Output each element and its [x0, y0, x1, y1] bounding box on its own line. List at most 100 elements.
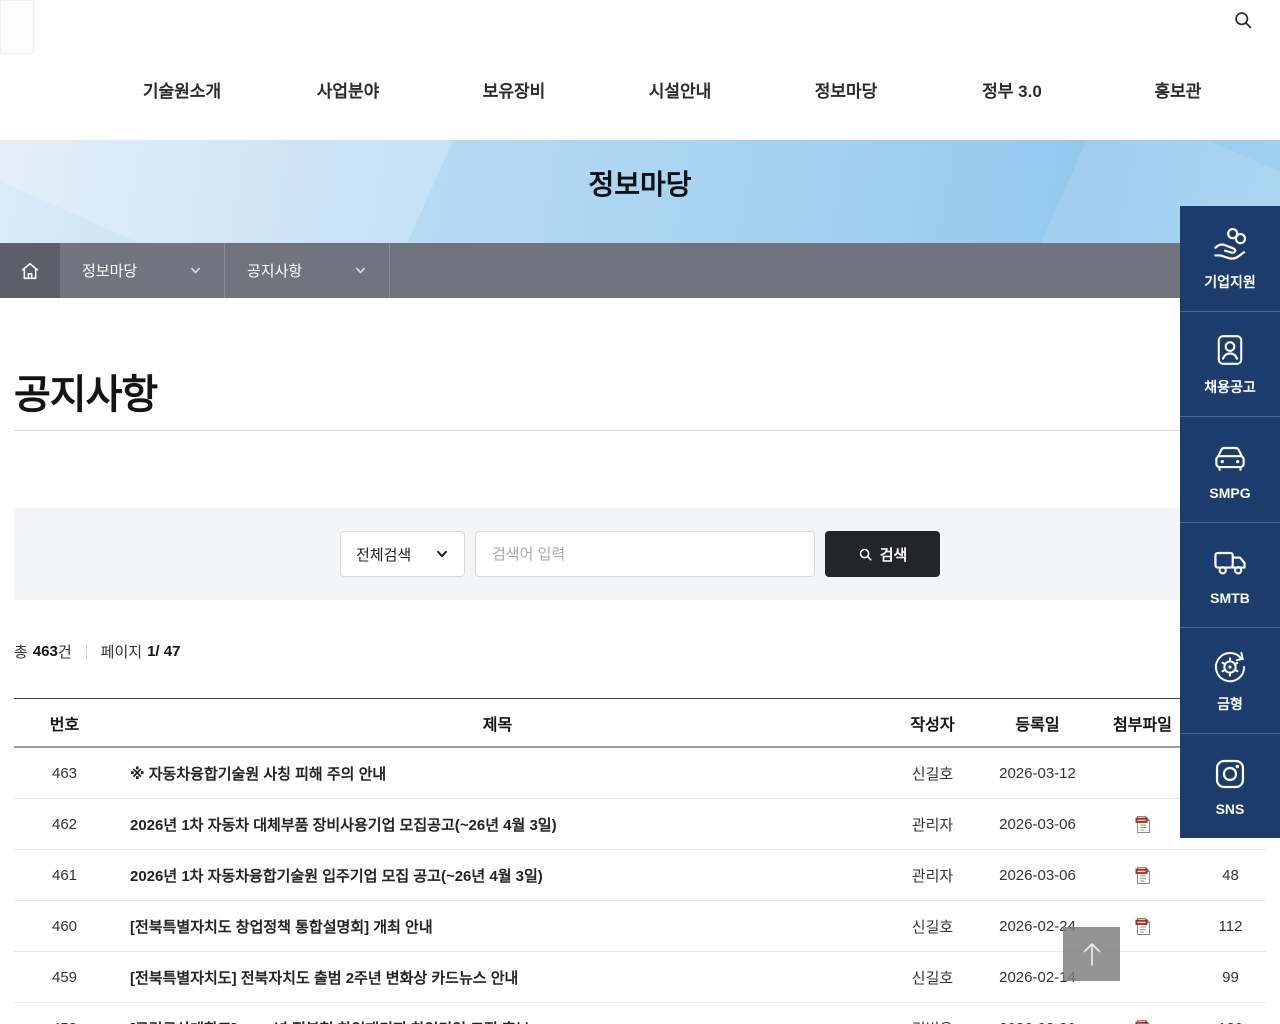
- column-header-author: 작성자: [910, 716, 955, 734]
- table-row: 463 ※ 자동차융합기술원 사칭 피해 주의 안내 신길호 2026-03-12: [14, 748, 1266, 799]
- sidebar-item-label: 금형: [1217, 695, 1243, 712]
- search-input[interactable]: [475, 531, 815, 577]
- post-date: 2026-03-06: [999, 866, 1076, 884]
- post-number: 461: [51, 866, 78, 884]
- post-title-link[interactable]: 2026년 1차 자동차융합기술원 입주기업 모집 공고(~26년 4월 3일): [115, 865, 880, 886]
- post-views: 112: [1218, 917, 1243, 935]
- main-nav: 기술원소개 사업분야 보유장비 시설안내 정보마당 정부 3.0 홍보관: [99, 78, 1261, 106]
- chevron-down-icon: [354, 264, 367, 277]
- nav-item-equipment[interactable]: 보유장비: [431, 78, 597, 106]
- post-title-link[interactable]: 2026년 1차 자동차 대체부품 장비사용기업 모집공고(~26년 4월 3일…: [115, 814, 880, 835]
- post-date: 2026-02-20: [985, 1020, 1090, 1024]
- pdf-file-icon[interactable]: [1135, 814, 1151, 834]
- breadcrumb-item-notice[interactable]: 공지사항: [225, 243, 390, 298]
- total-label: 총: [14, 644, 28, 661]
- post-views: 120: [1195, 1020, 1266, 1024]
- nav-item-facilities[interactable]: 시설안내: [597, 78, 763, 106]
- page-indicator: 1/ 47: [147, 643, 181, 660]
- chevron-down-icon: [435, 547, 449, 561]
- post-date: 2026-03-12: [999, 764, 1076, 782]
- nav-item-info[interactable]: 정보마당: [763, 78, 929, 106]
- total-count: 463: [32, 643, 58, 660]
- hand-coins-icon: [1210, 225, 1250, 265]
- column-header-no: 번호: [49, 716, 80, 734]
- back-to-top-button[interactable]: [1063, 927, 1120, 981]
- post-title-link[interactable]: [전북특별자치도] 전북자치도 출범 2주년 변화상 카드뉴스 안내: [115, 967, 880, 988]
- pdf-file-icon[interactable]: [1135, 916, 1151, 936]
- sidebar-item-label: 채용공고: [1204, 379, 1256, 396]
- breadcrumb-item-info-madang[interactable]: 정보마당: [60, 243, 225, 298]
- attachment-cell: [1090, 865, 1195, 885]
- header-search-button[interactable]: [1233, 10, 1253, 30]
- post-author: 관리자: [911, 816, 954, 834]
- breadcrumb-items: 정보마당 공지사항: [60, 243, 390, 298]
- home-button[interactable]: [0, 243, 60, 298]
- pdf-file-icon[interactable]: [1135, 1018, 1151, 1024]
- search-button[interactable]: 검색: [825, 531, 940, 577]
- post-title-link[interactable]: ※ 자동차융합기술원 사칭 피해 주의 안내: [115, 763, 880, 784]
- instagram-icon: [1211, 754, 1249, 794]
- sidebar-item-company-support[interactable]: 기업지원: [1180, 206, 1280, 311]
- search-button-label: 검색: [879, 546, 908, 564]
- car-icon: [1210, 438, 1250, 478]
- banner-title: 정보마당: [588, 169, 692, 200]
- post-views: 48: [1222, 866, 1239, 884]
- post-number: 458: [14, 1020, 115, 1024]
- id-card-icon: [1211, 330, 1249, 370]
- sidebar-item-label: SNS: [1215, 801, 1245, 818]
- search-icon: [858, 547, 873, 562]
- post-number: 460: [51, 917, 78, 935]
- table-header-row: 번호 제목 작성자 등록일 첨부파일: [14, 698, 1266, 748]
- post-author: 신길호: [911, 969, 954, 987]
- nav-item-business[interactable]: 사업분야: [265, 78, 431, 106]
- post-title-link[interactable]: [전북특별자치도 창업정책 통합설명회] 개최 안내: [115, 916, 880, 937]
- sidebar-item-label: SMPG: [1209, 484, 1251, 501]
- post-number: 459: [51, 968, 78, 986]
- breadcrumb-label: 정보마당: [82, 263, 138, 280]
- post-views: 99: [1222, 968, 1239, 986]
- search-icon: [1233, 10, 1253, 30]
- divider: [14, 430, 1266, 431]
- sidebar-item-mold[interactable]: 금형: [1180, 627, 1280, 733]
- total-unit: 건: [57, 644, 72, 661]
- truck-icon: [1210, 543, 1250, 583]
- table-row: 458[국립군산대학교] 2026년 전북형 창업패키지 창업기업 모집 홍보김…: [14, 1003, 1266, 1024]
- breadcrumb: 정보마당 공지사항: [0, 243, 1280, 298]
- nav-item-pr[interactable]: 홍보관: [1095, 78, 1261, 106]
- post-author: 신길호: [911, 765, 954, 783]
- post-author: 신길호: [911, 918, 954, 936]
- nav-item-about[interactable]: 기술원소개: [99, 78, 265, 106]
- quick-sidebar: 기업지원채용공고 SMPG SMTB 금형 SNS: [1180, 206, 1280, 838]
- chevron-down-icon: [189, 264, 202, 277]
- page-banner: 정보마당: [0, 140, 1280, 243]
- table-row: 462 2026년 1차 자동차 대체부품 장비사용기업 모집공고(~26년 4월…: [14, 799, 1266, 850]
- post-date: 2026-03-06: [999, 815, 1076, 833]
- divider: [85, 644, 87, 659]
- sidebar-item-jobs[interactable]: 채용공고: [1180, 310, 1280, 417]
- sidebar-item-smtb[interactable]: SMTB: [1180, 521, 1280, 628]
- gear-icon: [1210, 647, 1250, 687]
- post-number: 462: [51, 815, 78, 833]
- search-category-select[interactable]: 전체검색: [340, 531, 465, 577]
- nav-item-gov30[interactable]: 정부 3.0: [929, 78, 1095, 106]
- sidebar-item-label: SMTB: [1210, 590, 1250, 607]
- home-icon: [19, 260, 41, 282]
- post-author: 관리자: [911, 867, 954, 885]
- up-arrow-icon: [1077, 938, 1107, 970]
- page-title: 공지사항: [14, 373, 158, 417]
- board-summary: 총 463 건 페이지 1/ 47: [14, 641, 180, 662]
- breadcrumb-label: 공지사항: [247, 263, 303, 280]
- attachment-cell: [1090, 1018, 1195, 1024]
- sidebar-item-label: 기업지원: [1204, 273, 1256, 290]
- post-number: 463: [51, 764, 78, 782]
- logo-placeholder: [0, 0, 34, 54]
- table-body: 463 ※ 자동차융합기술원 사칭 피해 주의 안내 신길호 2026-03-12 46…: [14, 748, 1266, 1024]
- column-header-title: 제목: [482, 716, 513, 734]
- table-row: 461 2026년 1차 자동차융합기술원 입주기업 모집 공고(~26년 4월 …: [14, 850, 1266, 901]
- sidebar-item-smpg[interactable]: SMPG: [1180, 416, 1280, 522]
- post-title-link[interactable]: [국립군산대학교] 2026년 전북형 창업패키지 창업기업 모집 홍보: [115, 1018, 880, 1024]
- column-header-date: 등록일: [1015, 716, 1060, 734]
- pdf-file-icon[interactable]: [1135, 865, 1151, 885]
- page: 기술원소개 사업분야 보유장비 시설안내 정보마당 정부 3.0 홍보관 정보마당 정보마당…: [0, 0, 1280, 1024]
- sidebar-item-sns[interactable]: SNS: [1180, 732, 1280, 839]
